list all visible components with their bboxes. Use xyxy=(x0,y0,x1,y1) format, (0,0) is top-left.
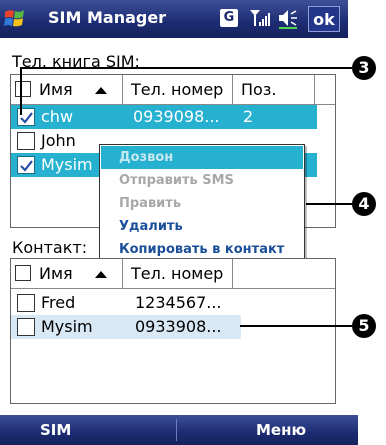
row-name: Fred xyxy=(41,293,76,312)
column-header-name-label: Имя xyxy=(39,264,73,283)
column-header-number[interactable]: Тел. номер xyxy=(123,259,233,289)
column-header-name-label: Имя xyxy=(39,80,73,99)
row-number: 1234567... xyxy=(135,293,222,312)
screen: { "header": { "title": "SIM Manager", "g… xyxy=(0,0,386,445)
callout-badge-3: 3 xyxy=(352,56,376,80)
sim-book-label: Тел. книга SIM: xyxy=(12,52,140,71)
column-header-number[interactable]: Тел. номер xyxy=(123,75,233,105)
contacts-list[interactable]: Имя Тел. номер Fred 1234567... Mysim 093… xyxy=(10,258,336,404)
column-header-number-label: Тел. номер xyxy=(131,264,224,283)
volume-icon[interactable] xyxy=(276,6,300,30)
menu-item-send-sms[interactable]: Отправить SMS xyxy=(101,169,303,192)
row-name: Mysim xyxy=(41,317,93,336)
column-header-name[interactable]: Имя xyxy=(11,75,123,105)
callout-line-3-vertical xyxy=(20,67,22,115)
callout-line-5 xyxy=(240,325,352,327)
row-number: 0939098... xyxy=(133,107,220,126)
callout-badge-4: 4 xyxy=(352,192,376,216)
softkey-divider xyxy=(176,419,177,441)
row-checkbox[interactable] xyxy=(17,318,35,336)
select-all-checkbox[interactable] xyxy=(15,81,31,97)
sort-ascending-icon xyxy=(95,271,107,278)
row-name: chw xyxy=(41,107,74,126)
contacts-label: Контакт: xyxy=(12,238,88,257)
menu-item-edit[interactable]: Править xyxy=(101,192,303,215)
check-icon xyxy=(20,160,33,172)
column-header-filler xyxy=(315,75,335,105)
context-menu: Дозвон Отправить SMS Править Удалить Коп… xyxy=(99,144,305,264)
column-header-position[interactable]: Поз. xyxy=(233,75,315,105)
sim-row-chw[interactable]: chw 0939098... 2 xyxy=(11,105,317,129)
contact-row-mysim[interactable]: Mysim 0933908... xyxy=(11,315,241,339)
callout-line-4 xyxy=(306,203,352,205)
row-name: Mysim xyxy=(41,155,93,174)
select-all-checkbox[interactable] xyxy=(15,265,31,281)
softkey-left[interactable]: SIM xyxy=(40,415,71,445)
g-icon[interactable]: G xyxy=(220,9,238,27)
windows-start-icon[interactable] xyxy=(2,6,30,32)
title-bar: SIM Manager G ok xyxy=(0,0,348,38)
row-position: 2 xyxy=(243,107,254,126)
ok-button[interactable]: ok xyxy=(308,6,340,32)
row-number: 0933908... xyxy=(135,317,222,336)
column-header-position-label: Поз. xyxy=(241,80,277,99)
row-checkbox[interactable] xyxy=(17,294,35,312)
callout-badge-5: 5 xyxy=(352,314,376,338)
column-header-name[interactable]: Имя xyxy=(11,259,123,289)
contact-row-fred[interactable]: Fred 1234567... xyxy=(11,291,241,315)
sort-ascending-icon xyxy=(95,87,107,94)
row-checkbox[interactable] xyxy=(17,132,35,150)
softkey-bar: SIM Меню xyxy=(0,415,358,445)
app-title: SIM Manager xyxy=(48,8,167,27)
callout-line-3 xyxy=(20,67,352,69)
softkey-right-menu[interactable]: Меню xyxy=(256,415,306,445)
column-header-filler xyxy=(233,259,335,289)
signal-icon[interactable] xyxy=(248,6,272,30)
menu-item-dial[interactable]: Дозвон xyxy=(101,146,303,169)
row-checkbox[interactable] xyxy=(17,156,35,174)
row-name: John xyxy=(41,131,76,150)
column-header-number-label: Тел. номер xyxy=(131,80,224,99)
menu-item-delete[interactable]: Удалить xyxy=(101,215,303,238)
